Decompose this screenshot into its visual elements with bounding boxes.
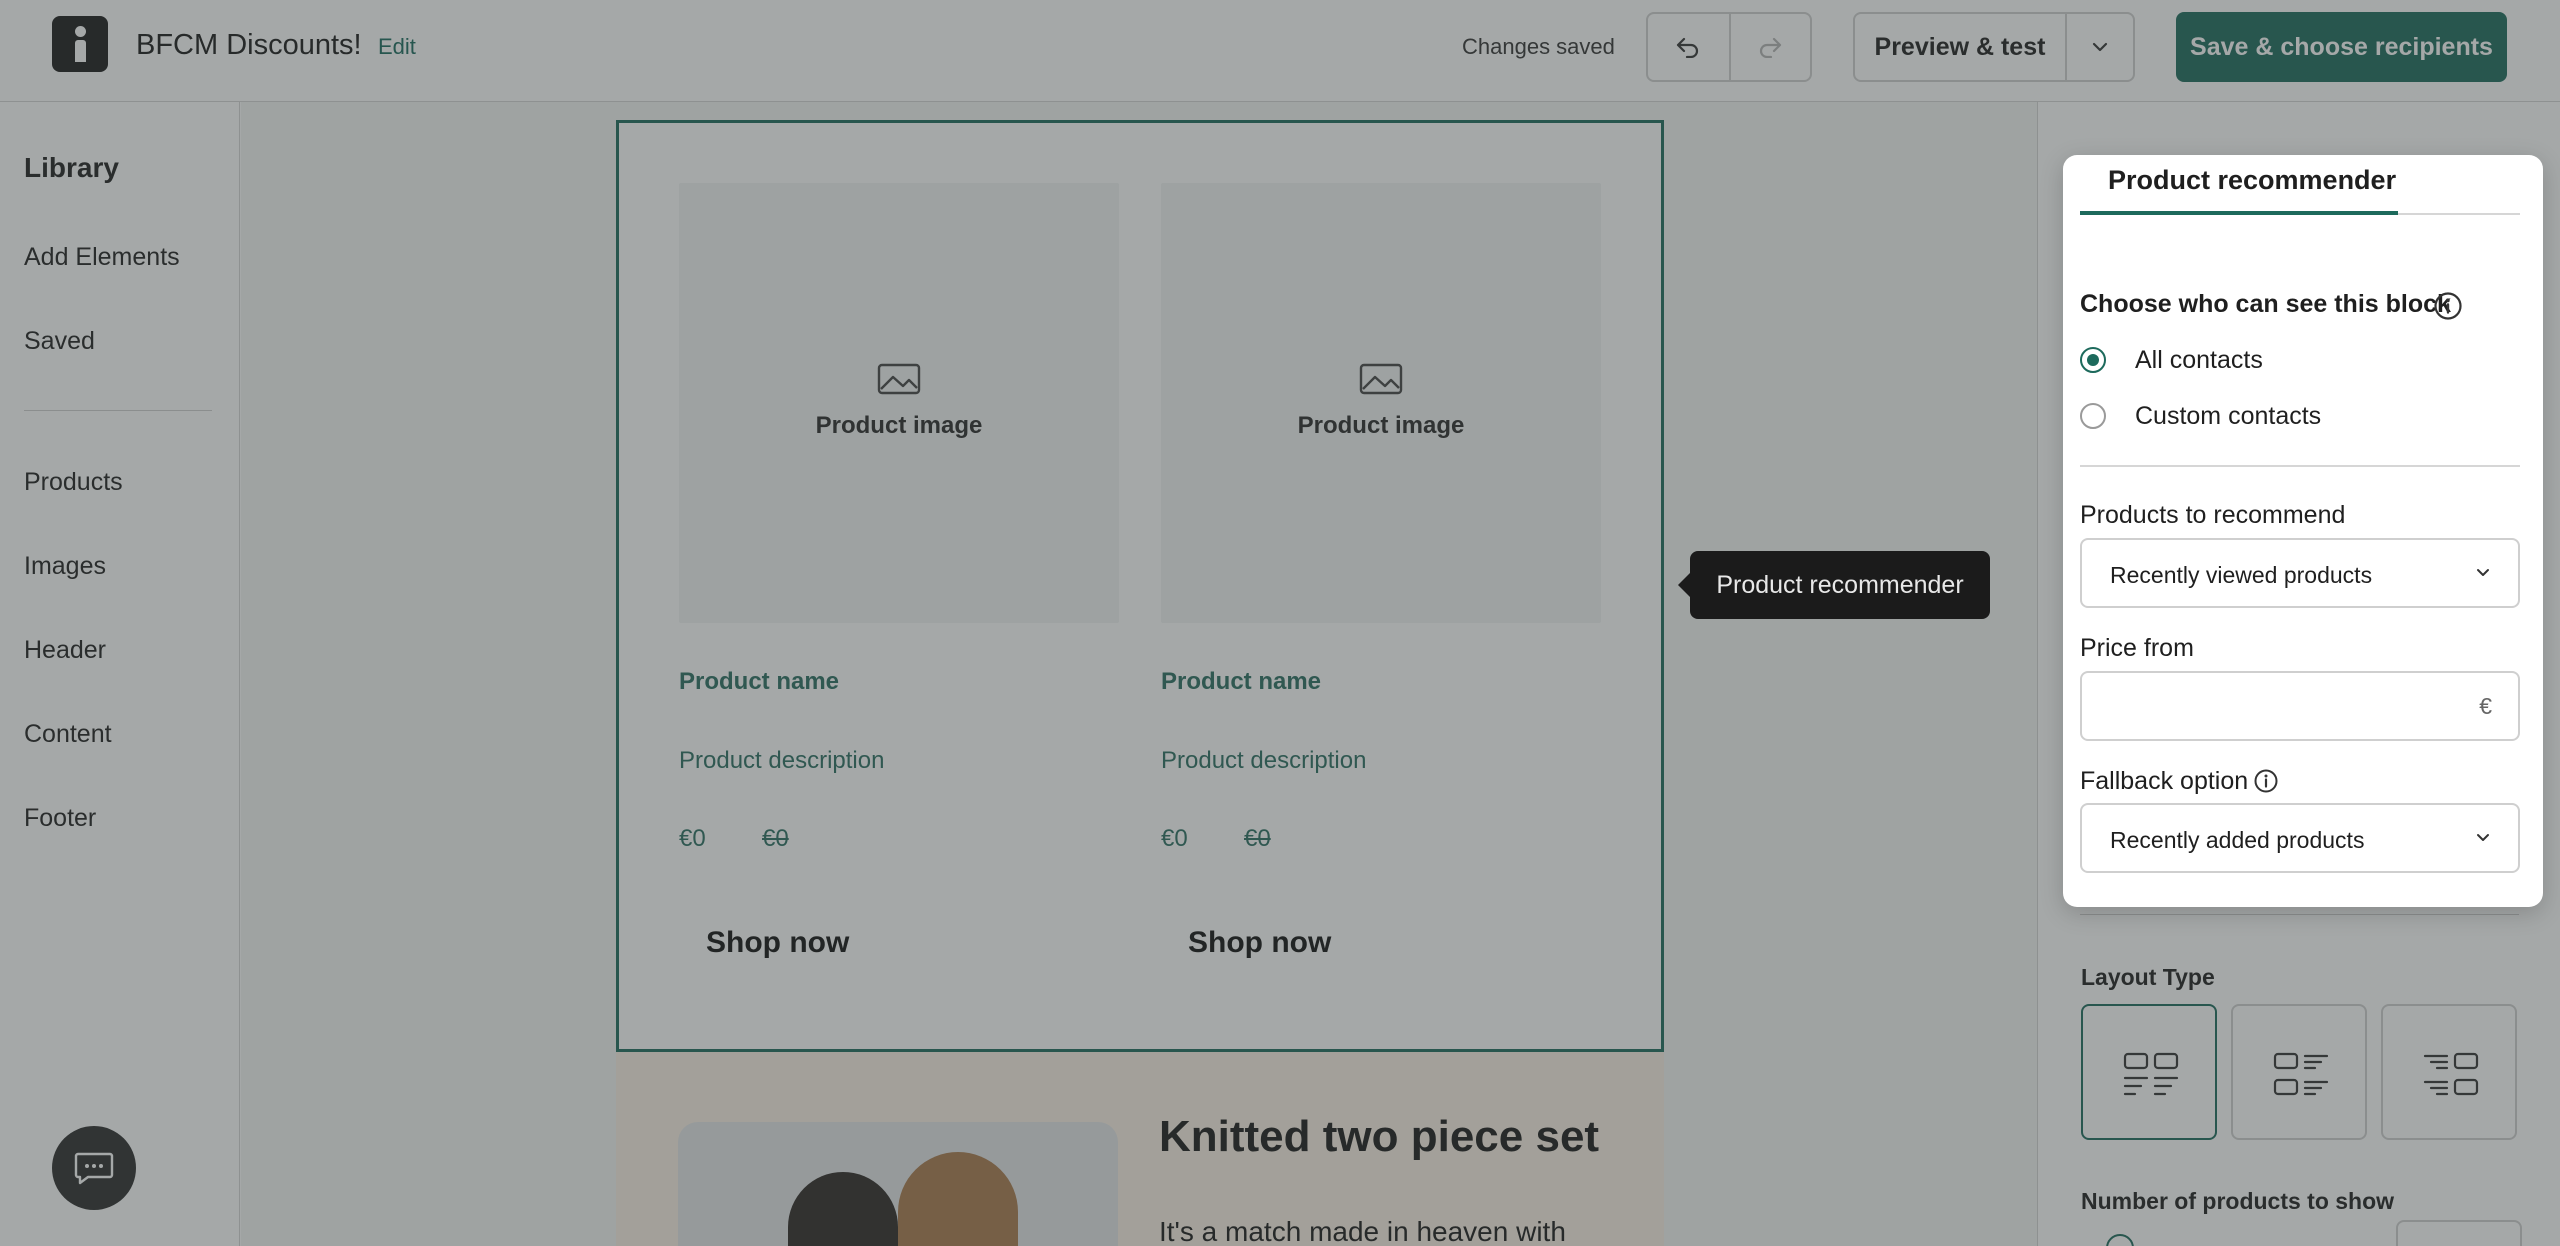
products-to-recommend-value: Recently viewed products: [2110, 562, 2373, 588]
popup-divider: [2080, 465, 2520, 467]
chevron-down-icon: [2477, 569, 2489, 576]
info-icon[interactable]: [2253, 768, 2279, 794]
fallback-option-select[interactable]: Recently added products: [2080, 803, 2520, 873]
info-icon[interactable]: [2433, 291, 2463, 321]
chevron-down-icon: [2477, 834, 2489, 841]
fallback-option-label: Fallback option: [2080, 767, 2249, 795]
currency-unit: €: [2479, 693, 2492, 719]
radio-all-contacts-label[interactable]: All contacts: [2135, 346, 2263, 375]
block-tooltip: Product recommender: [1678, 551, 1990, 619]
product-recommender-settings-card: Product recommender Choose who can see t…: [2063, 155, 2543, 907]
radio-custom-contacts-label[interactable]: Custom contacts: [2135, 402, 2321, 431]
price-from-label: Price from: [2080, 634, 2194, 662]
price-from-input[interactable]: €: [2080, 671, 2520, 741]
products-to-recommend-label: Products to recommend: [2080, 501, 2346, 529]
tab-active-indicator: [2080, 211, 2398, 215]
products-to-recommend-select[interactable]: Recently viewed products: [2080, 538, 2520, 608]
radio-custom-contacts[interactable]: [2080, 403, 2106, 429]
tab-product-recommender[interactable]: Product recommender: [2108, 165, 2396, 196]
fallback-option-value: Recently added products: [2110, 827, 2365, 853]
radio-all-contacts[interactable]: [2080, 347, 2106, 373]
visibility-heading: Choose who can see this block: [2080, 290, 2451, 318]
